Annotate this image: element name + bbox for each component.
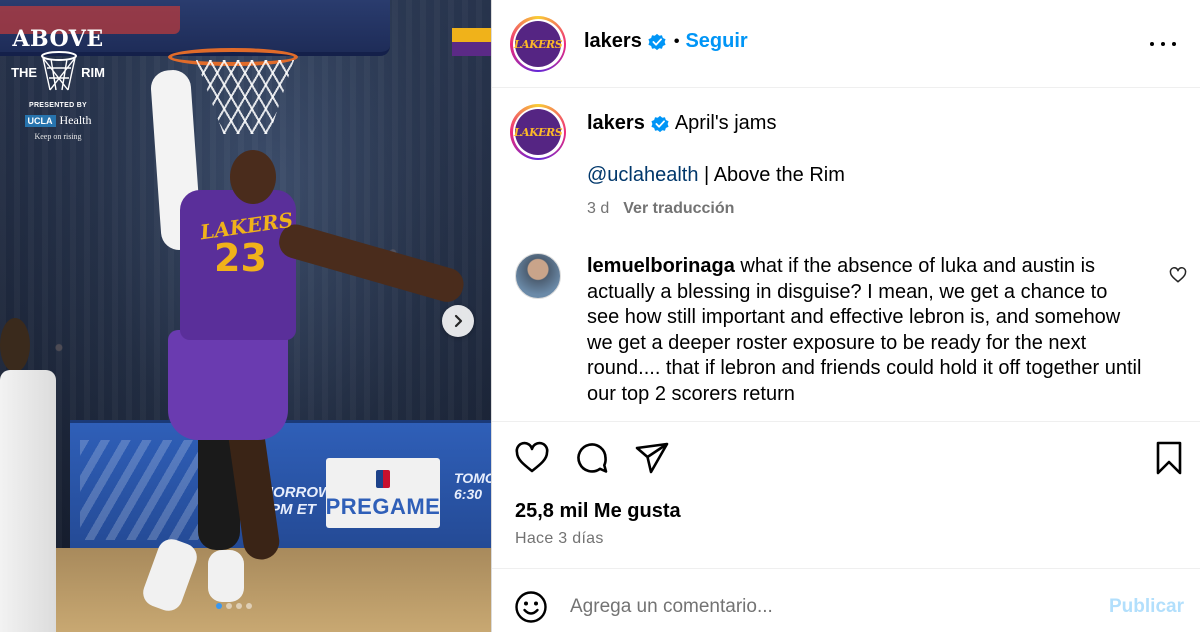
carousel-dot xyxy=(236,603,242,609)
more-options-icon[interactable] xyxy=(1150,32,1176,56)
jersey-number: 23 xyxy=(214,236,267,280)
header-separator: • xyxy=(673,32,680,50)
arena-banner xyxy=(452,28,491,56)
player-shoe-2 xyxy=(208,550,244,602)
emoji-icon[interactable] xyxy=(514,590,548,624)
carousel-next-button[interactable] xyxy=(442,305,474,337)
health-label: Health xyxy=(59,113,92,127)
like-count[interactable]: 25,8 mil Me gusta xyxy=(515,500,681,523)
brand-the: THE xyxy=(11,64,38,80)
opponent-head xyxy=(0,318,30,372)
post-timestamp: Hace 3 días xyxy=(515,530,604,547)
comment-icon[interactable] xyxy=(574,440,610,476)
court-floor xyxy=(0,548,491,632)
brand-title: ABOVE xyxy=(12,26,104,52)
bookmark-icon[interactable] xyxy=(1152,440,1186,476)
comment-username[interactable]: lemuelborinaga xyxy=(587,255,735,277)
caption-line-2-text: | Above the Rim xyxy=(698,164,845,186)
comment-body: what if the absence of luka and austin i… xyxy=(587,255,1142,405)
opponent-player xyxy=(0,370,56,632)
header-divider xyxy=(492,87,1200,88)
chevron-right-icon xyxy=(454,314,463,328)
ucla-health-logo: UCLA Health xyxy=(10,113,106,128)
header-username[interactable]: lakers xyxy=(584,30,642,53)
post-header: lakers • Seguir xyxy=(584,30,748,53)
publish-button[interactable]: Publicar xyxy=(1109,596,1184,618)
basketball-net-icon xyxy=(41,51,78,91)
sign-tomorrow-partial-text: TOMO 6:30 xyxy=(454,470,491,502)
lakers-logo-icon: LAKERS xyxy=(513,37,563,51)
brand-presented-by: PRESENTED BY xyxy=(28,102,88,109)
caption-time: 3 d xyxy=(587,200,610,217)
brand-tagline: Keep on rising xyxy=(34,132,82,141)
share-icon[interactable] xyxy=(634,440,670,476)
caption-username[interactable]: lakers xyxy=(587,112,645,135)
brand-rim: RIM xyxy=(81,64,105,80)
sign-pattern xyxy=(80,440,200,540)
comment: lemuelborinaga what if the absence of lu… xyxy=(587,254,1142,407)
comment-input[interactable] xyxy=(570,592,1090,622)
post-details-panel: LAKERS lakers • Seguir LAKERS lakers Apr… xyxy=(491,0,1200,632)
pregame-label: PREGAME xyxy=(325,494,441,519)
mention-link[interactable]: @uclahealth xyxy=(587,164,698,186)
action-bar xyxy=(514,440,670,476)
caption: lakers April's jams xyxy=(587,112,776,135)
carousel-indicator xyxy=(216,603,252,609)
heart-icon[interactable] xyxy=(514,440,550,476)
header-avatar[interactable]: LAKERS xyxy=(510,16,566,72)
carousel-dot xyxy=(226,603,232,609)
composer-divider xyxy=(492,568,1200,569)
post-media: TOMORROW 6:30PM ET TOMO 6:30 PREGAME LAK… xyxy=(0,0,491,632)
pregame-sign: PREGAME xyxy=(326,458,440,528)
caption-avatar[interactable]: LAKERS xyxy=(510,104,566,160)
caption-line-2: @uclahealth | Above the Rim xyxy=(587,164,845,187)
above-the-rim-logo: ABOVE THE RIM PRESENTED BY UCLA Health K… xyxy=(10,26,106,141)
follow-button[interactable]: Seguir xyxy=(685,30,747,53)
translate-button[interactable]: Ver traducción xyxy=(623,200,734,218)
brand-rim-row: THE RIM xyxy=(10,50,106,94)
commenter-avatar[interactable] xyxy=(515,253,561,299)
actions-divider xyxy=(492,421,1200,422)
carousel-dot xyxy=(216,603,222,609)
player-shorts xyxy=(168,330,288,440)
ucla-label: UCLA xyxy=(24,114,56,127)
verified-badge-icon xyxy=(648,33,666,50)
caption-meta: 3 d Ver traducción xyxy=(587,200,734,218)
carousel-dot xyxy=(246,603,252,609)
caption-text: April's jams xyxy=(674,112,777,134)
nba-logo-icon xyxy=(376,470,390,488)
player-head xyxy=(230,150,276,204)
verified-badge-icon xyxy=(651,115,669,132)
comment-like-heart-icon[interactable] xyxy=(1169,266,1187,284)
lakers-logo-icon: LAKERS xyxy=(513,125,563,139)
